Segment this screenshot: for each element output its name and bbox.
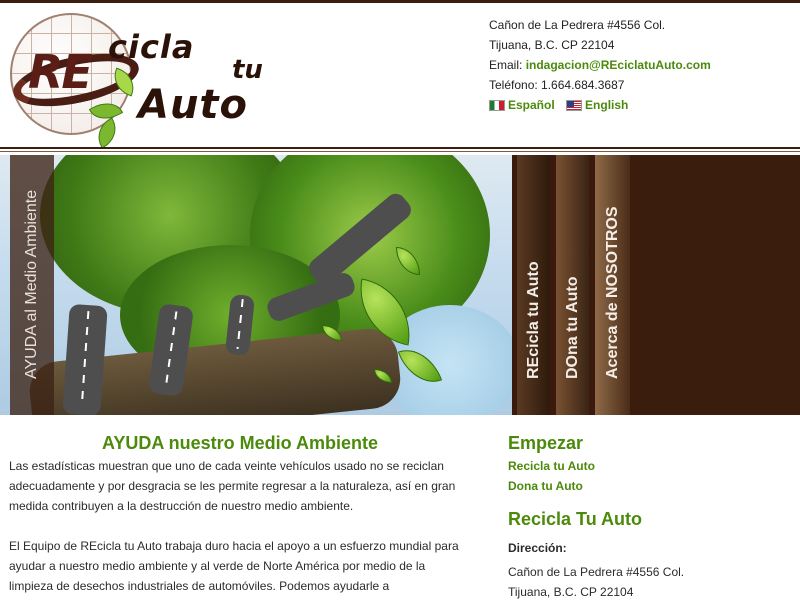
team-paragraph: El Equipo de REcicla tu Auto trabaja dur… (9, 539, 459, 593)
address-label: Dirección: (508, 541, 567, 555)
banner-side-panel (630, 155, 800, 415)
language-switcher: Español English (489, 95, 794, 115)
sidebar-link-dona-tu-auto[interactable]: Dona tu Auto (508, 476, 788, 496)
logo-text-re: RE (28, 45, 93, 99)
language-option-english[interactable]: English (566, 95, 628, 115)
intro-paragraph: Las estadísticas muestran que uno de cad… (9, 459, 456, 513)
phone-number: Teléfono: 1.664.684.3687 (489, 78, 625, 92)
header-divider-thin (0, 151, 800, 152)
tab-dona-tu-auto[interactable]: DOna tu Auto (556, 155, 589, 415)
tab-acerca-de-nosotros[interactable]: Acerca de NOSOTROS (595, 155, 630, 415)
main-content: AYUDA nuestro Medio Ambiente Las estadís… (9, 430, 471, 596)
email-row: Email: indagacion@REciclatuAuto.com (489, 55, 794, 75)
hero-banner: AYUDA al Medio Ambiente REcicla tu Auto … (0, 155, 800, 415)
site-logo[interactable]: RE cicla tu Auto (8, 13, 300, 149)
tab-label: AYUDA al Medio Ambiente (23, 189, 40, 379)
usa-flag-icon (566, 99, 583, 111)
language-label: English (585, 98, 629, 112)
email-link[interactable]: indagacion@REciclatuAuto.com (526, 58, 711, 72)
sidebar-address-line-2: Tijuana, B.C. CP 22104 (508, 585, 634, 599)
logo-text-cicla: cicla (108, 28, 195, 66)
tab-ayuda-medio-ambiente[interactable]: AYUDA al Medio Ambiente (10, 155, 54, 415)
tab-recicla-tu-auto[interactable]: REcicla tu Auto (517, 155, 550, 415)
sidebar-address-line-1: Cañon de La Pedrera #4556 Col. (508, 565, 685, 579)
hero-image-tree: AYUDA al Medio Ambiente (0, 155, 512, 415)
sidebar-start-title: Empezar (508, 433, 584, 453)
language-option-espanol[interactable]: Español (489, 95, 555, 115)
logo-text-auto: Auto (138, 82, 249, 128)
header-divider (0, 147, 800, 149)
sidebar: Empezar Recicla tu Auto Dona tu Auto Rec… (508, 430, 788, 602)
site-header: RE cicla tu Auto Cañon de La Pedrera #45… (0, 3, 800, 149)
language-label: Español (508, 98, 555, 112)
page-title: AYUDA nuestro Medio Ambiente (101, 433, 379, 453)
contact-info: Cañon de La Pedrera #4556 Col. Tijuana, … (489, 15, 794, 115)
email-label: Email: (489, 58, 523, 72)
sidebar-section-title: Recicla Tu Auto (508, 509, 643, 529)
mexico-flag-icon (489, 99, 505, 111)
sidebar-link-recicla-tu-auto[interactable]: Recicla tu Auto (508, 456, 788, 476)
address-line-2: Tijuana, B.C. CP 22104 (489, 38, 615, 52)
road-segment (62, 303, 108, 415)
address-line-1: Cañon de La Pedrera #4556 Col. (489, 18, 666, 32)
tab-label: DOna tu Auto (563, 276, 581, 380)
logo-text-tu: tu (232, 55, 263, 85)
tab-label: Acerca de NOSOTROS (603, 206, 621, 380)
tab-label: REcicla tu Auto (524, 261, 542, 379)
